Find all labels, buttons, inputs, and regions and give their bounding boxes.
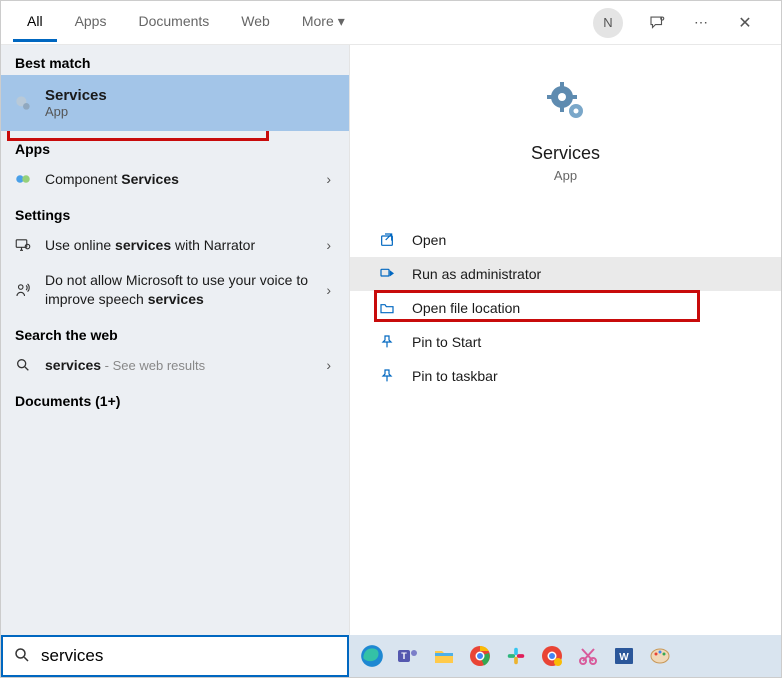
label-post: with Narrator <box>171 237 255 253</box>
taskbar-word-icon[interactable]: W <box>609 641 639 671</box>
preview-panel: Services App Open Run as administrator <box>349 45 781 635</box>
action-label: Pin to taskbar <box>412 368 498 384</box>
section-settings: Settings <box>1 197 349 227</box>
action-label: Pin to Start <box>412 334 481 350</box>
taskbar-snip-icon[interactable] <box>573 641 603 671</box>
tab-all[interactable]: All <box>13 3 57 42</box>
pin-icon <box>378 368 396 384</box>
component-icon <box>13 169 33 189</box>
search-icon <box>13 355 33 375</box>
result-services-app[interactable]: Services App <box>1 75 349 131</box>
open-icon <box>378 232 396 248</box>
chevron-down-icon: ▾ <box>338 13 345 30</box>
result-narrator-services[interactable]: Use online services with Narrator › <box>1 227 349 263</box>
result-label-bold: Services <box>121 171 179 187</box>
result-title: Services <box>45 87 337 104</box>
label-bold: services <box>45 357 101 373</box>
action-run-as-administrator[interactable]: Run as administrator <box>350 257 781 291</box>
preview-title: Services <box>531 143 600 164</box>
action-list: Open Run as administrator Open file loca… <box>350 223 781 393</box>
taskbar-edge-icon[interactable] <box>357 641 387 671</box>
start-search-window: All Apps Documents Web More ▾ N ⋯ ✕ Best… <box>0 0 782 678</box>
feedback-icon[interactable] <box>641 7 673 39</box>
taskbar-explorer-icon[interactable] <box>429 641 459 671</box>
monitor-icon <box>13 235 33 255</box>
chevron-right-icon: › <box>326 171 337 187</box>
action-open-file-location[interactable]: Open file location <box>350 291 781 325</box>
section-apps: Apps <box>1 131 349 161</box>
search-box[interactable] <box>1 635 349 677</box>
tab-web[interactable]: Web <box>227 3 284 42</box>
result-component-services[interactable]: Component Services › <box>1 161 349 197</box>
chevron-right-icon: › <box>326 282 337 298</box>
result-label-prefix: Component <box>45 171 121 187</box>
label-post: - See web results <box>101 358 205 373</box>
folder-icon <box>378 300 396 316</box>
close-icon[interactable]: ✕ <box>729 7 761 39</box>
taskbar-paint-icon[interactable] <box>645 641 675 671</box>
action-pin-to-taskbar[interactable]: Pin to taskbar <box>350 359 781 393</box>
results-panel: Best match Services App Apps Component S… <box>1 45 349 635</box>
search-input[interactable] <box>41 646 337 666</box>
result-web-services[interactable]: services - See web results › <box>1 347 349 383</box>
action-open[interactable]: Open <box>350 223 781 257</box>
result-sub: App <box>45 104 337 119</box>
tab-more-label: More <box>302 13 334 29</box>
speech-icon <box>13 280 33 300</box>
label-pre: Use online <box>45 237 115 253</box>
tab-apps[interactable]: Apps <box>61 3 121 42</box>
action-label: Open file location <box>412 300 520 316</box>
taskbar: T W <box>349 635 781 677</box>
taskbar-slack-icon[interactable] <box>501 641 531 671</box>
user-avatar[interactable]: N <box>593 8 623 38</box>
gear-icon <box>542 77 590 125</box>
section-best-match: Best match <box>1 45 349 75</box>
taskbar-chrome-icon[interactable] <box>465 641 495 671</box>
tab-documents[interactable]: Documents <box>124 3 223 42</box>
svg-text:W: W <box>619 652 629 663</box>
result-speech-services[interactable]: Do not allow Microsoft to use your voice… <box>1 263 349 317</box>
preview-sub: App <box>554 168 577 183</box>
shield-icon <box>378 266 396 282</box>
taskbar-chrome-canary-icon[interactable] <box>537 641 567 671</box>
bottom-bar: T W <box>1 635 781 677</box>
action-label: Run as administrator <box>412 266 541 282</box>
chevron-right-icon: › <box>326 357 337 373</box>
pin-icon <box>378 334 396 350</box>
action-label: Open <box>412 232 446 248</box>
section-web: Search the web <box>1 317 349 347</box>
svg-text:T: T <box>401 651 407 661</box>
gear-icon <box>13 93 33 113</box>
section-documents: Documents (1+) <box>1 383 349 413</box>
more-options-icon[interactable]: ⋯ <box>685 7 717 39</box>
search-body: Best match Services App Apps Component S… <box>1 45 781 635</box>
taskbar-teams-icon[interactable]: T <box>393 641 423 671</box>
chevron-right-icon: › <box>326 237 337 253</box>
action-pin-to-start[interactable]: Pin to Start <box>350 325 781 359</box>
label-bold: services <box>115 237 171 253</box>
label-bold: services <box>148 291 204 307</box>
tab-more[interactable]: More ▾ <box>288 3 359 43</box>
filter-tabs: All Apps Documents Web More ▾ N ⋯ ✕ <box>1 1 781 45</box>
search-icon <box>13 646 31 667</box>
